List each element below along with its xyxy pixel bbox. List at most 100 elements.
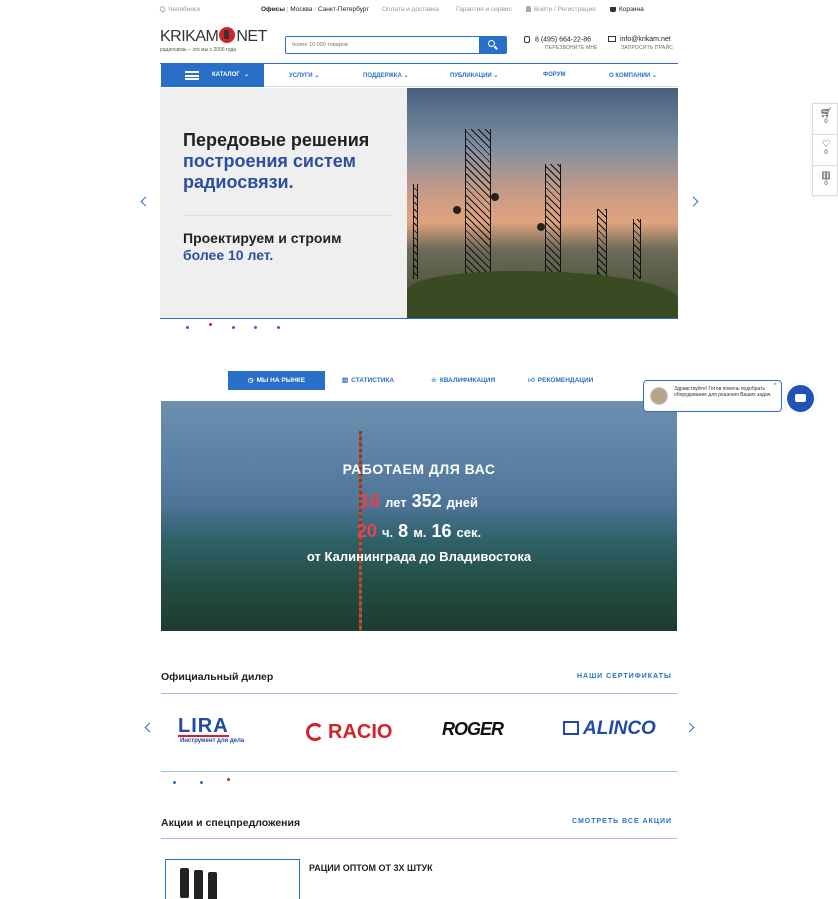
slider-dot[interactable] (277, 326, 280, 329)
radio-image (208, 872, 217, 899)
about-tabs: ◷ МЫ НА РЫНКЕ ▥ СТАТИСТИКА ☆ КВАЛИФИКАЦИЯ 👍… (228, 371, 618, 391)
chevron-down-icon: ⌄ (314, 73, 320, 79)
clock-icon: ◷ (247, 377, 254, 384)
side-compare[interactable]: ▥ 0 (813, 166, 838, 197)
email-block[interactable]: info@krikam.net ЗАПРОСИТЬ ПРАЙС (608, 36, 673, 51)
tower (413, 184, 418, 279)
brands-prev-arrow-icon[interactable] (144, 722, 155, 733)
login-link[interactable]: Войти / Регистрация (526, 6, 596, 13)
tab-market[interactable]: ◷ МЫ НА РЫНКЕ (228, 371, 325, 390)
heart-icon: ♡ (821, 139, 831, 150)
tower (465, 129, 491, 279)
mail-icon (608, 36, 616, 43)
user-icon (526, 6, 531, 13)
divider (161, 693, 677, 694)
phone-block[interactable]: 8 (495) 664-22-86 ПЕРЕЗВОНИТЕ МНЕ (524, 36, 598, 51)
basket-icon (610, 6, 616, 12)
slider-prev-arrow-icon[interactable] (140, 196, 151, 207)
stats-icon: ▥ (342, 377, 349, 384)
nav-services[interactable]: УСЛУГИ ⌄ (289, 72, 319, 79)
certificates-link[interactable]: НАШИ СЕРТИФИКАТЫ (577, 673, 672, 680)
side-tools: 🛒︎ 0 ♡ 0 ▥ 0 (812, 103, 838, 196)
bar-chart-icon: ▥ (821, 170, 831, 181)
tab-qualification[interactable]: ☆ КВАЛИФИКАЦИЯ (431, 371, 495, 390)
payment-link[interactable]: Оплата и доставка (382, 6, 439, 13)
counter-years-days: 16 лет 352 дней (360, 491, 478, 511)
nav-about[interactable]: О КОМПАНИИ ⌄ (609, 72, 657, 79)
brand-alinco-logo[interactable]: ALINCO (563, 718, 656, 740)
menu-icon (185, 71, 199, 80)
brand-racio-logo[interactable]: RACIO (306, 721, 392, 744)
slider-dot-active[interactable] (227, 778, 230, 781)
counter-heading: РАБОТАЕМ ДЛЯ ВАС (342, 461, 496, 477)
chat-bubble[interactable]: Здравствуйте! Готов помочь подобрать обо… (643, 380, 782, 412)
cart-icon: 🛒︎ (819, 108, 833, 119)
chat-icon (795, 394, 806, 402)
callback-link[interactable]: ПЕРЕЗВОНИТЕ МНЕ (524, 45, 598, 51)
slider-dot[interactable] (200, 781, 203, 784)
search-input[interactable] (286, 37, 479, 53)
tab-stats[interactable]: ▥ СТАТИСТИКА (342, 371, 394, 390)
slider-next-arrow-icon[interactable] (688, 196, 699, 207)
search-button[interactable] (479, 36, 506, 54)
brand-roger-logo[interactable]: ROGER (442, 719, 504, 740)
main-nav: КАТАЛОГ ⌄ УСЛУГИ ⌄ ПОДДЕРЖКА ⌄ ПУБЛИКАЦИ… (160, 63, 678, 87)
promo-item-title[interactable]: РАЦИИ ОПТОМ ОТ 3Х ШТУК (309, 863, 433, 873)
slider-dot[interactable] (186, 326, 189, 329)
search-icon (488, 40, 495, 47)
slider-dot[interactable] (232, 326, 235, 329)
racio-swirl-icon (306, 723, 324, 741)
promo-image[interactable] (165, 859, 300, 899)
hero-title: Передовые решения построения систем ради… (183, 130, 370, 192)
promos-title: Акции и спецпредложения (161, 817, 301, 829)
warranty-link[interactable]: Гарантия и сервис (456, 6, 512, 13)
thumbs-up-icon: 👍︎ (528, 377, 535, 384)
price-request-link[interactable]: ЗАПРОСИТЬ ПРАЙС (608, 45, 673, 51)
work-counter-banner: РАБОТАЕМ ДЛЯ ВАС 16 лет 352 дней 20 ч. 8… (161, 401, 677, 631)
office-moscow[interactable]: Москва (290, 6, 312, 13)
nav-support[interactable]: ПОДДЕРЖКА ⌄ (363, 72, 409, 79)
brand-lira-logo[interactable]: LIRA (178, 716, 229, 737)
cart-link[interactable]: Корзина (610, 6, 644, 13)
radio-image (194, 870, 203, 899)
chevron-down-icon: ⌄ (244, 72, 250, 78)
side-favorites[interactable]: ♡ 0 (813, 135, 838, 166)
phone-number: 8 (495) 664-22-86 (535, 36, 592, 44)
chevron-down-icon: ⌄ (403, 73, 409, 79)
alinco-mark-icon (563, 721, 579, 735)
side-cart[interactable]: 🛒︎ 0 (813, 104, 838, 135)
chevron-down-icon: ⌄ (651, 73, 657, 79)
dish (491, 193, 499, 201)
site-logo[interactable]: KRIKAM NET радиосвязь – это мы с 2006 год… (160, 27, 270, 59)
hero-divider (183, 215, 393, 216)
radio-logo-icon (219, 27, 236, 43)
hero-underline (160, 318, 678, 319)
location-pin-icon (158, 5, 167, 14)
search-box (285, 36, 507, 54)
city-selector[interactable]: Челябинск (158, 5, 200, 14)
close-icon[interactable]: × (773, 382, 777, 388)
brands-next-arrow-icon[interactable] (684, 722, 695, 733)
slider-dot[interactable] (254, 326, 257, 329)
offices: Офисы | Москва / Санкт-Петербург (261, 6, 369, 13)
office-spb[interactable]: Санкт-Петербург (318, 6, 369, 13)
counter-geo: от Калининграда до Владивостока (306, 549, 532, 564)
avatar (650, 387, 668, 405)
chevron-down-icon: ⌄ (493, 73, 499, 79)
radio-image (180, 868, 189, 898)
nav-forum[interactable]: ФОРУМ (543, 72, 565, 78)
brand-lira-tagline: Инструмент для дела (180, 738, 245, 744)
star-icon: ☆ (431, 377, 437, 384)
counter-text: РАБОТАЕМ ДЛЯ ВАС 16 лет 352 дней 20 ч. 8… (161, 459, 677, 567)
chat-button[interactable] (787, 385, 814, 412)
all-promos-link[interactable]: СМОТРЕТЬ ВСЕ АКЦИИ (572, 818, 672, 825)
tab-recommendations[interactable]: 👍︎ РЕКОМЕНДАЦИИ (528, 371, 593, 390)
divider (161, 838, 677, 839)
tower (597, 209, 607, 279)
dealer-title: Официальный дилер (161, 671, 274, 683)
slider-dot[interactable] (173, 781, 176, 784)
nav-publications[interactable]: ПУБЛИКАЦИИ ⌄ (450, 72, 498, 79)
slider-dot-active[interactable] (209, 323, 212, 326)
chat-message: Здравствуйте! Готов помочь подобрать обо… (674, 386, 772, 398)
catalog-button[interactable]: КАТАЛОГ ⌄ (161, 64, 264, 87)
